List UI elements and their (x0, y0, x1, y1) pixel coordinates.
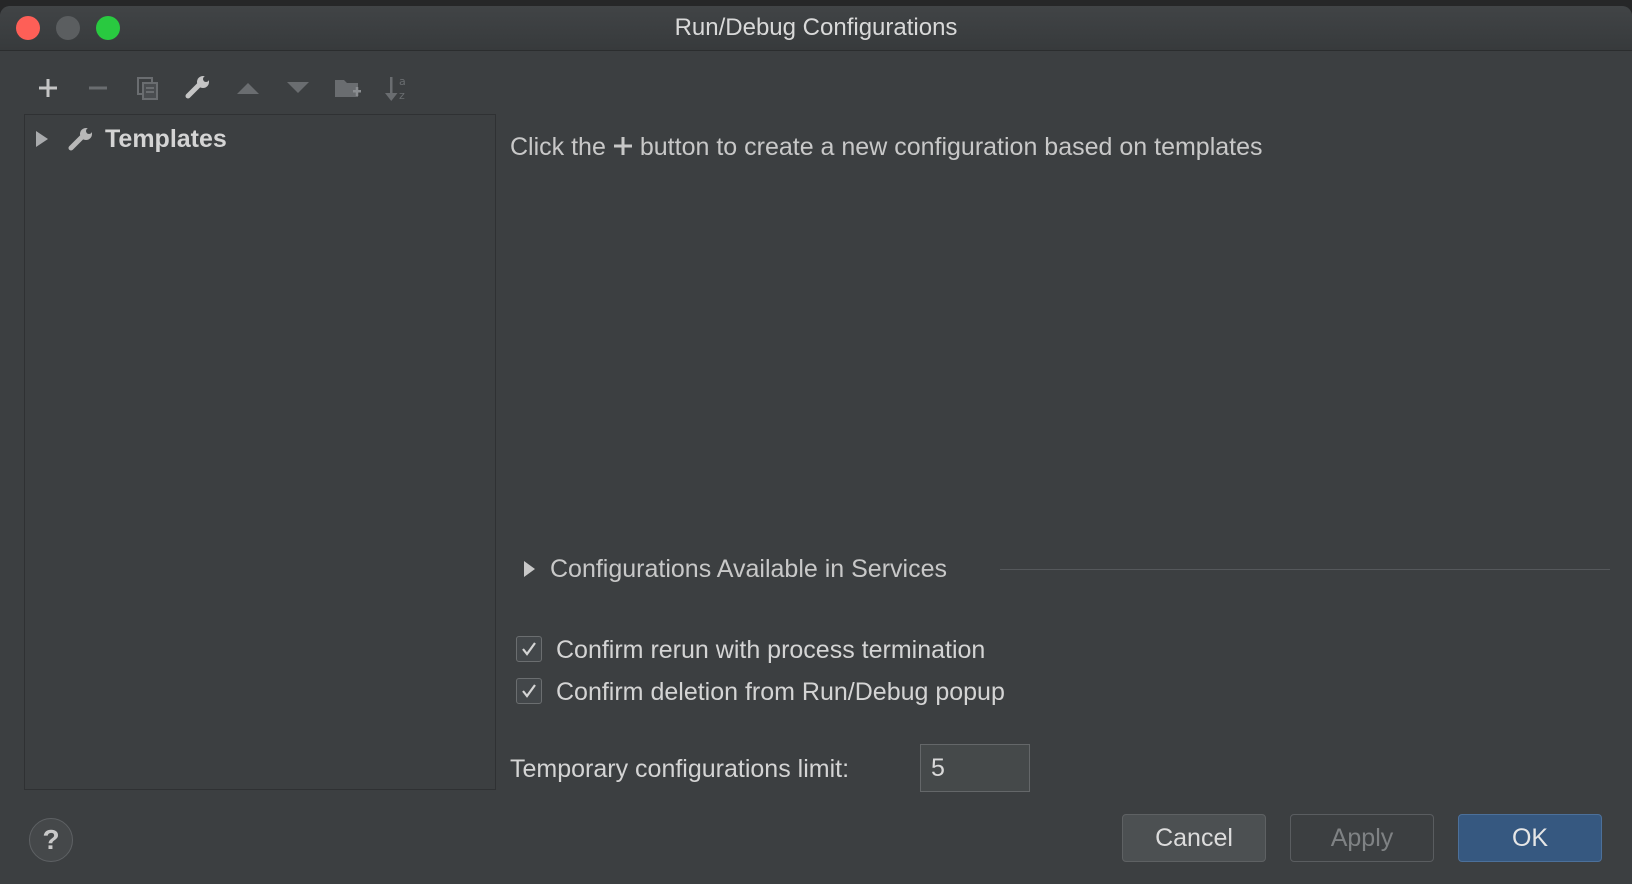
hint-text-before: Click the (510, 133, 606, 161)
move-up-icon (237, 83, 259, 94)
title-bar: Run/Debug Configurations (0, 6, 1632, 51)
confirm-deletion-label: Confirm deletion from Run/Debug popup (556, 678, 1005, 706)
svg-text:z: z (399, 89, 405, 102)
add-icon (39, 79, 57, 97)
new-folder-icon (335, 80, 361, 97)
svg-text:a: a (399, 75, 406, 88)
expand-arrow-icon[interactable] (31, 129, 51, 149)
services-section-label: Configurations Available in Services (550, 555, 947, 583)
tree-item-templates[interactable]: Templates (25, 121, 495, 157)
confirm-rerun-checkbox[interactable] (516, 636, 542, 662)
move-up-button[interactable] (228, 68, 268, 108)
services-section-header[interactable]: Configurations Available in Services (516, 552, 1610, 586)
section-divider (1000, 569, 1610, 570)
confirm-deletion-checkbox[interactable] (516, 678, 542, 704)
dialog-window: Run/Debug Configurations a z Templates C… (0, 6, 1632, 884)
wrench-icon (68, 128, 92, 151)
help-button[interactable]: ? (29, 818, 73, 862)
add-config-button[interactable] (28, 68, 68, 108)
dialog-title: Run/Debug Configurations (674, 14, 958, 41)
checkmark-icon (522, 684, 536, 698)
wrench-icon (185, 76, 209, 99)
configuration-tree[interactable]: Templates (24, 114, 496, 790)
tree-item-label: Templates (105, 125, 227, 153)
copy-config-button[interactable] (128, 68, 168, 108)
confirm-rerun-label: Confirm rerun with process termination (556, 636, 986, 664)
new-folder-button[interactable] (328, 68, 368, 108)
temp-limit-input[interactable] (920, 744, 1030, 792)
hint-text-after: button to create a new configuration bas… (639, 133, 1263, 161)
temp-limit-label: Temporary configurations limit: (510, 755, 850, 783)
sort-alphabetically-icon: a z (385, 75, 406, 102)
sort-alphabetically-button[interactable]: a z (378, 68, 418, 108)
copy-icon (137, 77, 158, 100)
add-icon (613, 137, 632, 156)
remove-icon (89, 86, 107, 90)
edit-templates-button[interactable] (178, 68, 218, 108)
move-down-button[interactable] (278, 68, 318, 108)
remove-config-button[interactable] (78, 68, 118, 108)
apply-button[interactable]: Apply (1290, 814, 1434, 862)
expand-arrow-icon[interactable] (520, 560, 538, 578)
move-down-icon (287, 82, 309, 93)
ok-button[interactable]: OK (1458, 814, 1602, 862)
cancel-button[interactable]: Cancel (1122, 814, 1266, 862)
empty-state-hint: Click the button to create a new configu… (510, 130, 1263, 164)
checkmark-icon (522, 642, 536, 656)
